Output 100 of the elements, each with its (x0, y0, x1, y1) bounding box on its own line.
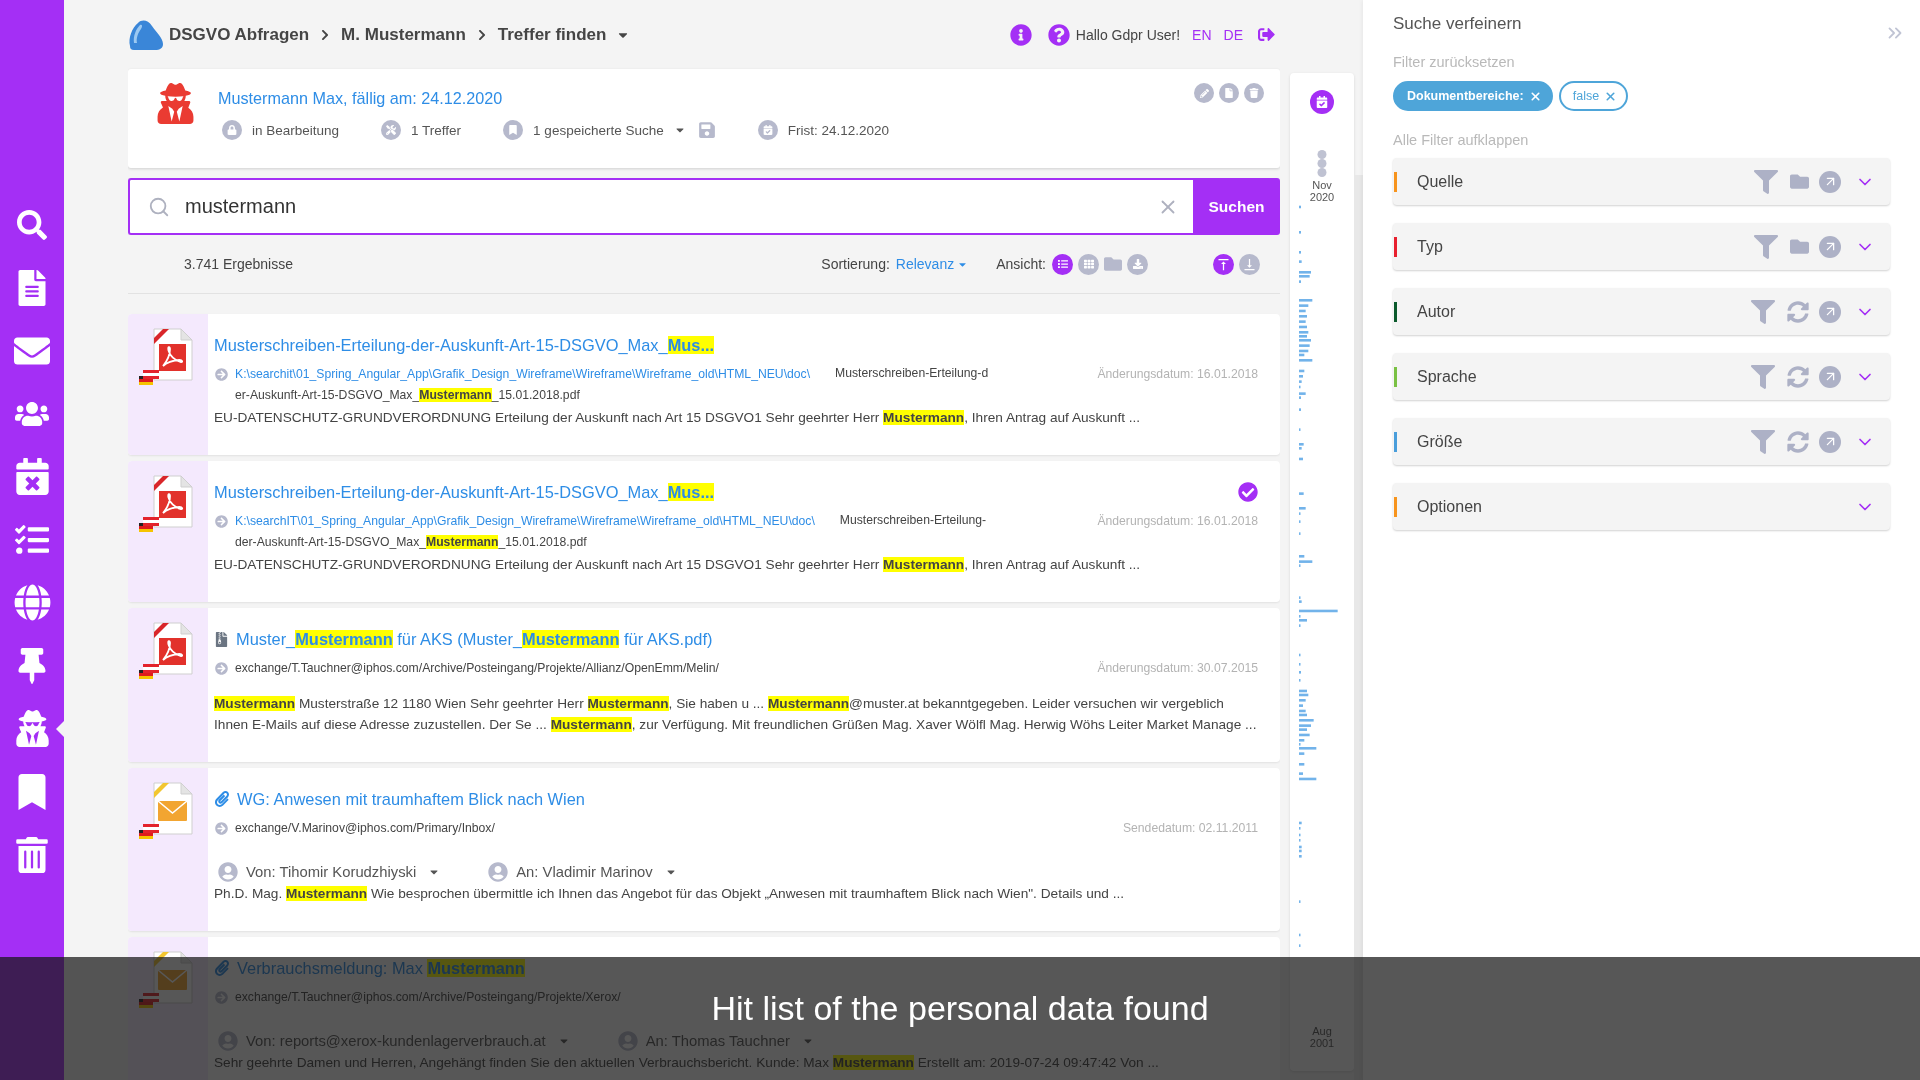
breadcrumb-link[interactable]: DSGVO Abfragen (169, 24, 310, 45)
filter-icon[interactable] (1751, 429, 1775, 454)
filter-group-header[interactable]: Autor (1393, 288, 1890, 335)
info-icon[interactable] (1009, 23, 1032, 46)
arrow-right-icon (215, 514, 228, 528)
histogram-bar (1299, 772, 1303, 775)
logout-icon[interactable] (1258, 26, 1275, 43)
date-text: Änderungsdatum: 16.01.2018 (1097, 367, 1258, 381)
trash-icon[interactable] (1244, 83, 1264, 103)
folder-icon[interactable] (1790, 237, 1809, 256)
text-snippet: Mustermann Musterstraße 12 1180 Wien Sehr geehrter Herr Mustermann, Sie haben u ... Mustermann@muster.at bekanntgegeben. Leider versuchen wir vergeblich Ihnen E-Mails auf diese Adresse zuzustellen. Der Se ... Mustermann, zur Verfügung. Mit freundlichen Grüßen Mag. Xaver Wölfl Mag. Herwig Wöhs Leiter Market Manage ... (214, 695, 1258, 734)
filter-group-label: Größe (1417, 432, 1463, 451)
filter-group-label: Sprache (1417, 367, 1477, 386)
result-title-link[interactable]: Musterschreiben-Erteilung-der-Auskunft-Art-15-DSGVO_Max_Mus... (214, 481, 715, 503)
filter-icon[interactable] (1751, 299, 1775, 324)
language-link[interactable]: DE (1223, 26, 1243, 43)
caption-text: Hit list of the personal data found (711, 988, 1209, 1028)
search-field[interactable]: mustermann (128, 178, 1193, 235)
histogram-bar (1299, 304, 1309, 307)
logo-icon[interactable] (128, 19, 164, 50)
filter-chip[interactable]: false (1558, 81, 1629, 111)
folder-view-icon[interactable] (1104, 255, 1122, 273)
histogram-bar (1299, 380, 1302, 383)
histogram-bar (1299, 315, 1307, 318)
histogram-bar (1299, 704, 1303, 707)
grid-view-icon[interactable] (1078, 253, 1099, 275)
saved-searches-dropdown[interactable]: 1 gespeicherte Suche (533, 122, 686, 138)
histogram-bar (1299, 492, 1304, 495)
breadcrumb-link[interactable]: M. Mustermann (341, 24, 466, 45)
text-snippet: Ph.D. Mag. Mustermann Wie besprochen übermittle ich Ihnen das Angebot für das Objekt „Anwesen mit traumhaftem Blick nach Wien". Details und ... (214, 885, 1126, 903)
filter-group-label: Typ (1417, 237, 1443, 256)
view-label: Ansicht: (996, 256, 1046, 272)
filter-icon[interactable] (1754, 169, 1778, 194)
spy-icon (13, 710, 51, 747)
search-button[interactable]: Suchen (1193, 178, 1280, 235)
date-text: Änderungsdatum: 16.01.2018 (1097, 514, 1258, 528)
filter-group-header[interactable]: Optionen (1393, 483, 1890, 530)
list-view-icon[interactable] (1052, 253, 1073, 275)
histogram-bar (1299, 320, 1306, 323)
save-icon[interactable] (697, 121, 716, 139)
close-icon[interactable] (1528, 89, 1542, 103)
result-count: 3.741 Ergebnisse (184, 256, 293, 272)
histogram-bar (1299, 299, 1313, 302)
folder-icon[interactable] (1790, 172, 1809, 191)
flag-icon (139, 517, 159, 532)
search-icon (17, 209, 47, 240)
arrow-up-right-icon[interactable] (1819, 300, 1841, 323)
result-title-link[interactable]: Musterschreiben-Erteilung-der-Auskunft-Art-15-DSGVO_Max_Mus... (214, 334, 715, 356)
folder-path-link[interactable]: K:\searchIT\01_Spring_Angular_App\Grafik_Design_Wireframe\Wireframe\Wireframe_old\HTML_NEU\doc\ (235, 514, 815, 528)
export-icon[interactable] (1127, 253, 1148, 275)
lock-icon (222, 120, 242, 140)
histogram-bar (1299, 260, 1302, 263)
filter-group-header[interactable]: Quelle (1393, 158, 1890, 205)
paperclip-icon (214, 791, 230, 807)
collapse-rows-icon[interactable] (1239, 253, 1260, 275)
filter-group-header[interactable]: Sprache (1393, 353, 1890, 400)
arrow-up-right-icon[interactable] (1819, 365, 1841, 388)
histogram-bar (1299, 555, 1305, 558)
histogram-bar (1299, 309, 1306, 313)
search-input[interactable]: mustermann (185, 191, 1145, 222)
filter-icon[interactable] (1751, 364, 1775, 389)
text-snippet: EU-DATENSCHUTZ-GRUNDVERORDNUNG Erteilung der Auskunft nach Art 15 DSGVO1 Sehr geehrter Herr Mustermann, Ihren Antrag auf Auskunft ... (214, 556, 1142, 574)
case-title-link[interactable]: Mustermann Max, fällig am: 24.12.2020 (218, 87, 931, 109)
result-title-link[interactable]: WG: Anwesen mit traumhaftem Blick nach Wien (237, 788, 585, 810)
arrow-up-right-icon[interactable] (1819, 235, 1841, 258)
histogram-bar (1299, 375, 1303, 378)
more-icon[interactable] (1317, 150, 1327, 177)
filter-group-header[interactable]: Größe (1393, 418, 1890, 465)
histogram-bar (1299, 325, 1307, 329)
arrow-up-right-icon[interactable] (1819, 430, 1841, 453)
date-text: Sendedatum: 02.11.2011 (1122, 821, 1258, 835)
sort-dropdown[interactable]: Relevanz (895, 256, 969, 272)
document-icon[interactable] (1219, 83, 1239, 103)
calendar-check-icon[interactable] (1310, 90, 1334, 114)
pencil-icon[interactable] (1194, 83, 1214, 103)
timeline-start-label: Nov 2020 (1309, 179, 1335, 203)
filter-icon[interactable] (1754, 234, 1778, 259)
sender-dropdown[interactable]: Von: Tihomir Korudzhiyski (218, 862, 441, 882)
arrow-up-right-icon[interactable] (1819, 170, 1841, 193)
expand-rows-icon[interactable] (1213, 253, 1234, 275)
result-title-link[interactable]: Muster_Mustermann für AKS (Muster_Mustermann für AKS.pdf) (236, 628, 713, 650)
refresh-icon[interactable] (1787, 430, 1809, 453)
calendar-x-icon (13, 458, 51, 495)
recipient-dropdown[interactable]: An: Vladimir Marinov (488, 862, 677, 882)
file-name: Musterschreiben-Erteilung-d (835, 365, 989, 382)
refresh-icon[interactable] (1787, 300, 1809, 323)
language-link[interactable]: EN (1192, 26, 1212, 43)
breadcrumb-dropdown[interactable]: Treffer finden (497, 24, 631, 45)
histogram-bar (1299, 752, 1305, 755)
help-icon[interactable] (1047, 23, 1070, 46)
sort-label: Sortierung: (821, 256, 890, 272)
avatar-icon (218, 862, 238, 882)
arrow-right-icon (215, 821, 228, 835)
filter-group-header[interactable]: Typ (1393, 223, 1890, 270)
refresh-icon[interactable] (1787, 365, 1809, 388)
histogram-bar (1299, 821, 1302, 825)
folder-path: exchange/V.Marinov@iphos.com/Primary/Inbox/ (235, 821, 495, 835)
histogram-bar (1299, 344, 1310, 347)
folder-path-link[interactable]: K:\searchit\01_Spring_Angular_App\Grafik_Design_Wireframe\Wireframe\Wireframe_old\HTML_NEU\doc\ (235, 367, 811, 381)
filter-chip[interactable]: Dokumentbereiche: (1393, 81, 1553, 111)
